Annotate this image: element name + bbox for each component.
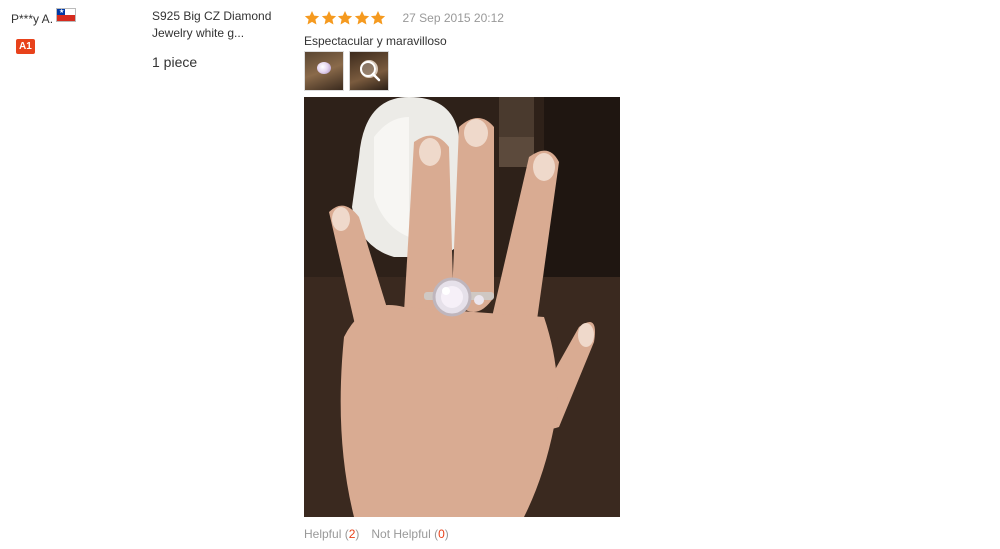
not-helpful-close: ) bbox=[444, 527, 449, 541]
helpful-label: Helpful ( bbox=[304, 527, 349, 541]
not-helpful-button[interactable]: Not Helpful (0) bbox=[371, 527, 448, 541]
hand-ring-photo bbox=[304, 97, 620, 517]
helpful-row: Helpful (2) Not Helpful (0) bbox=[304, 527, 904, 541]
star-icon bbox=[321, 11, 336, 25]
helpful-button[interactable]: Helpful (2) bbox=[304, 527, 359, 541]
star-icon bbox=[370, 11, 386, 25]
not-helpful-label: Not Helpful ( bbox=[371, 527, 439, 541]
star-icon bbox=[354, 11, 369, 25]
reviewer-name: P***y A. bbox=[11, 12, 54, 26]
chile-flag-icon: ★ bbox=[56, 7, 77, 22]
order-quantity: 1 piece bbox=[152, 54, 198, 70]
product-title[interactable]: S925 Big CZ Diamond Jewelry white g... bbox=[152, 8, 287, 42]
star-icon bbox=[304, 11, 320, 25]
review-column: 27 Sep 2015 20:12 Espectacular y maravil… bbox=[304, 9, 904, 541]
review-thumbnail-2[interactable] bbox=[349, 51, 389, 91]
ring-photo-icon bbox=[317, 62, 331, 74]
product-title-line1: S925 Big CZ Diamond bbox=[152, 9, 272, 23]
star-icon bbox=[337, 11, 353, 25]
star-rating bbox=[304, 10, 387, 26]
zoom-icon bbox=[360, 61, 381, 82]
product-title-line2: Jewelry white g... bbox=[152, 26, 245, 40]
not-helpful-count: 0 bbox=[438, 527, 445, 541]
product-column: S925 Big CZ Diamond Jewelry white g... 1… bbox=[152, 8, 287, 70]
rating-row: 27 Sep 2015 20:12 bbox=[304, 9, 904, 27]
buyer-level-badge: A1 bbox=[16, 39, 35, 54]
review-date: 27 Sep 2015 20:12 bbox=[402, 11, 504, 25]
reviewer-column: P***y A. ★ A1 bbox=[11, 7, 131, 54]
helpful-close: ) bbox=[355, 527, 360, 541]
reviewer-row: P***y A. ★ bbox=[11, 7, 131, 26]
review-text: Espectacular y maravilloso bbox=[304, 34, 447, 48]
review-thumbnail-1[interactable] bbox=[304, 51, 344, 91]
review-thumbnails bbox=[304, 51, 904, 91]
review-photo-large[interactable] bbox=[304, 97, 620, 517]
